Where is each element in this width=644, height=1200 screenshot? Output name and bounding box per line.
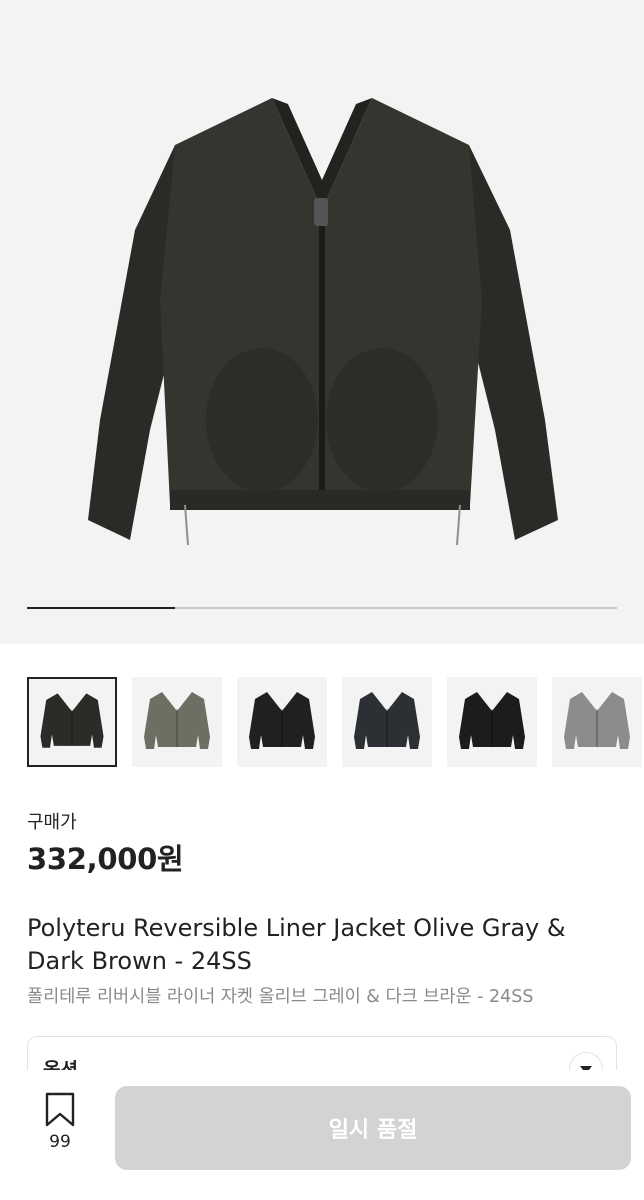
product-main-image — [88, 98, 558, 546]
thumbnail-image — [459, 692, 525, 749]
bookmark-count: 99 — [49, 1132, 71, 1152]
gallery-progress-track — [27, 607, 617, 609]
product-image-gallery[interactable] — [0, 0, 644, 644]
price-value: 332,000원 — [27, 842, 184, 876]
price-label: 구매가 — [27, 812, 77, 833]
thumbnail-image — [40, 693, 104, 748]
thumbnail-black-jacket-2[interactable] — [447, 677, 537, 767]
bottom-action-bar: 99 일시 품절 — [0, 1070, 644, 1200]
gallery-progress-fill — [27, 607, 175, 609]
thumbnail-charcoal-jacket[interactable] — [342, 677, 432, 767]
thumbnail-image — [354, 692, 420, 749]
thumbnail-image — [144, 692, 210, 749]
thumbnail-strip — [27, 677, 644, 769]
thumbnail-image — [249, 692, 315, 749]
product-subtitle: 폴리테루 리버시블 라이너 자켓 올리브 그레이 & 다크 브라운 - 24SS — [27, 987, 534, 1007]
product-title: Polyteru Reversible Liner Jacket Olive G… — [27, 914, 566, 975]
bookmark-button[interactable]: 99 — [30, 1092, 90, 1162]
thumbnail-image — [564, 692, 630, 749]
thumbnail-sage-jacket[interactable] — [132, 677, 222, 767]
thumbnail-light-gray-jacket[interactable] — [552, 677, 642, 767]
thumbnail-black-jacket[interactable] — [237, 677, 327, 767]
sold-out-button[interactable]: 일시 품절 — [115, 1086, 631, 1170]
bookmark-icon — [45, 1092, 75, 1127]
thumbnail-olive-gray-jacket[interactable] — [27, 677, 117, 767]
